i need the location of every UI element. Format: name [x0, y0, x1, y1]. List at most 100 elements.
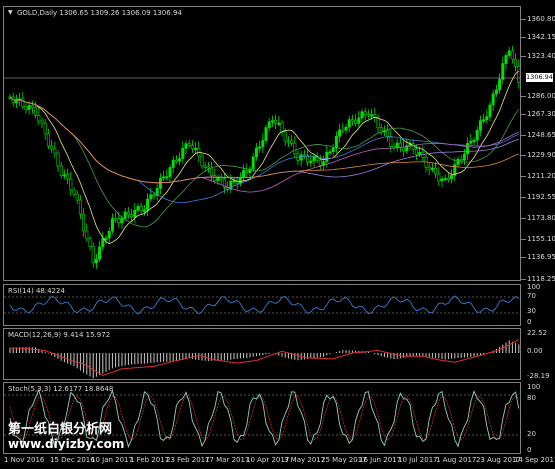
candle-body: [75, 193, 79, 201]
candle-body: [94, 258, 98, 264]
candle-body: [120, 217, 124, 224]
price-axis-label: 1229.90: [527, 151, 555, 159]
date-axis-label: 23 Feb 2017: [166, 456, 210, 464]
candle-body: [507, 50, 511, 56]
rsi-level-100: 100: [527, 283, 541, 291]
candle-body: [286, 140, 290, 143]
candle-body: [318, 159, 322, 166]
price-axis-label: 1211.20: [527, 172, 555, 180]
candle-body: [270, 120, 274, 123]
date-axis-label: 1 Nov 2016: [4, 456, 45, 464]
candle-body: [66, 174, 70, 180]
candle-body: [395, 142, 399, 149]
candle-body: [299, 154, 303, 161]
candle-body: [258, 146, 262, 149]
candle-body: [50, 145, 54, 150]
candle-body: [469, 140, 473, 144]
price-axis-label: 1136.95: [527, 253, 555, 261]
price-axis-tick: [521, 218, 526, 219]
candle-body: [370, 114, 374, 117]
candle-body: [24, 106, 28, 110]
price-axis-tick: [521, 96, 526, 97]
price-chart: [4, 45, 520, 269]
candle-body: [459, 158, 463, 162]
stoch-level-0: 0: [527, 446, 532, 454]
moving-average-line: [9, 96, 519, 184]
candle-body: [488, 104, 492, 117]
candle-body: [347, 119, 351, 128]
candle-body: [302, 154, 306, 157]
price-axis-label: 1173.80: [527, 214, 555, 222]
candle-body: [254, 147, 258, 158]
candle-body: [152, 194, 156, 197]
main-chart-header: GOLD,Daily 1306.65 1309.26 1306.09 1306.…: [17, 9, 182, 17]
candle-body: [130, 214, 134, 218]
candle-body: [72, 189, 76, 195]
price-axis-label: 1323.40: [527, 52, 555, 60]
rsi-pane[interactable]: RSI(14) 48.4224: [3, 284, 521, 326]
date-axis-label: 15 Dec 2016: [50, 456, 95, 464]
date-axis-label: 1 Aug 2017: [436, 456, 477, 464]
candle-body: [466, 142, 470, 155]
stoch-header: Stoch(5,3,3) 12.6177 18.8648: [8, 385, 114, 393]
candle-body: [325, 151, 329, 162]
date-axis-label: 3 May 2017: [284, 456, 326, 464]
candle-body: [88, 238, 92, 247]
candle-body: [514, 58, 518, 67]
rsi-header: RSI(14) 48.4224: [8, 287, 65, 295]
candle-body: [309, 160, 313, 163]
candle-body: [485, 116, 489, 121]
candle-body: [34, 107, 38, 116]
price-axis-tick: [521, 37, 526, 38]
price-axis-tick: [521, 114, 526, 115]
candle-body: [210, 167, 214, 176]
date-axis-label: 10 Apr 2017: [246, 456, 290, 464]
candle-body: [344, 126, 348, 131]
candle-body: [280, 122, 284, 133]
candle-body: [40, 120, 44, 124]
current-price-marker: 1306.94: [526, 73, 553, 82]
rsi-line: [9, 295, 520, 315]
candle-body: [146, 198, 150, 211]
candle-body: [338, 129, 342, 137]
watermark-title: 第一纸白银分析网: [8, 422, 113, 437]
price-axis-tick: [521, 197, 526, 198]
candle-body: [117, 218, 121, 224]
candle-body: [443, 177, 447, 180]
moving-average-line: [9, 96, 519, 193]
price-axis-label: 1248.65: [527, 131, 555, 139]
candle-body: [283, 131, 287, 142]
macd-pane[interactable]: MACD(12,26,9) 9.414 15.972: [3, 328, 521, 380]
candle-body: [142, 209, 146, 212]
candle-body: [165, 176, 169, 179]
stoch-level-20: 20: [527, 430, 536, 438]
candle-body: [104, 237, 108, 240]
price-axis-tick: [521, 257, 526, 258]
candle-body: [331, 147, 335, 153]
candle-body: [456, 158, 460, 165]
rsi-level-30: 30: [527, 307, 536, 315]
candle-body: [21, 98, 25, 107]
candle-body: [168, 167, 172, 177]
candle-body: [56, 152, 60, 167]
price-axis-tick: [521, 155, 526, 156]
candle-body: [430, 167, 434, 170]
moving-average-line: [9, 96, 520, 228]
candle-body: [354, 119, 358, 124]
macd-level-max: 22.52: [527, 329, 548, 337]
candle-body: [37, 115, 41, 122]
candle-body: [181, 147, 185, 159]
candle-body: [482, 119, 486, 122]
candle-body: [110, 218, 114, 232]
rsi-level-0: 0: [527, 318, 532, 326]
moving-average-line: [9, 96, 519, 184]
candle-body: [184, 143, 188, 149]
price-axis-label: 1155.10: [527, 235, 555, 243]
candle-body: [136, 206, 140, 211]
candle-body: [293, 142, 297, 155]
candle-body: [187, 143, 191, 146]
date-axis-label: 17 Mar 2017: [205, 456, 250, 464]
candle-body: [69, 178, 73, 191]
main-chart-pane[interactable]: ▼ GOLD,Daily 1306.65 1309.26 1306.09 130…: [3, 6, 521, 281]
candle-body: [414, 148, 418, 155]
